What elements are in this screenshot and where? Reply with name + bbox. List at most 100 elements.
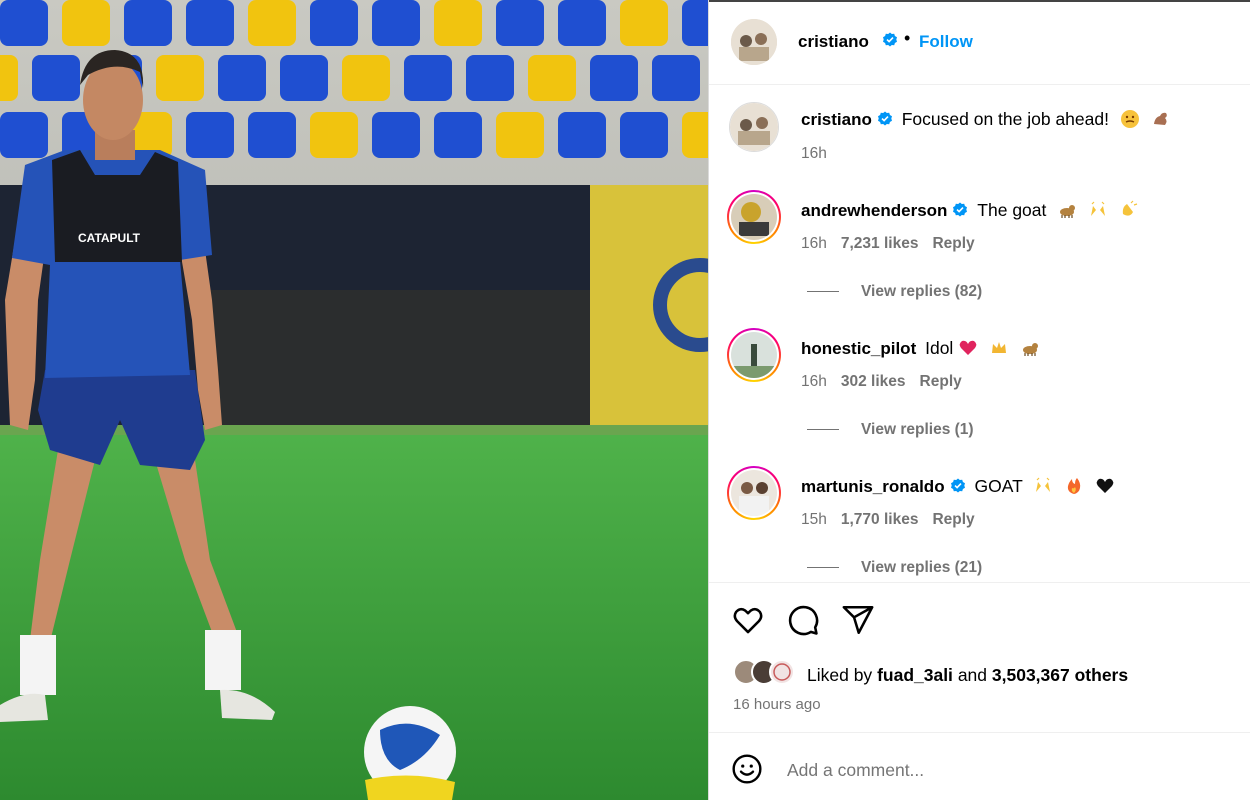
stadium-seat (558, 112, 606, 158)
comment-bubble-icon[interactable] (786, 603, 820, 637)
stadium-seat (620, 112, 668, 158)
stadium-seat (218, 55, 266, 101)
black-heart-icon (1096, 478, 1114, 493)
clapping-hands-icon (1122, 200, 1138, 216)
comment-item: andrewhenderson The goat 16h 7,231 likes R… (709, 175, 1250, 315)
fire-icon (1068, 478, 1081, 494)
caption-author-avatar[interactable] (729, 102, 779, 152)
stadium-seat (466, 55, 514, 101)
author-avatar[interactable] (731, 19, 777, 65)
view-replies-button[interactable]: View replies (1) (807, 421, 974, 439)
comment-username[interactable]: andrewhenderson (801, 201, 947, 220)
author-username[interactable]: cristiano (798, 32, 869, 52)
add-comment-bar (709, 732, 1250, 801)
stadium-seat (528, 55, 576, 101)
stadium-seat (372, 112, 420, 158)
liked-by-avatars (733, 659, 801, 687)
comment-meta: 15h 1,770 likes Reply (801, 511, 989, 529)
emoji-picker-icon[interactable] (731, 753, 763, 785)
commenter-avatar (731, 194, 777, 240)
reply-button[interactable]: Reply (932, 511, 974, 528)
raising-hands-icon (1036, 477, 1051, 492)
post-header: cristiano • Follow (709, 0, 1250, 85)
caption-text: Focused on the job ahead! (901, 109, 1109, 129)
stadium-seat (0, 55, 18, 101)
stadium-seat (280, 55, 328, 101)
stadium-seat (558, 0, 606, 46)
caption-username[interactable]: cristiano (801, 110, 872, 129)
crown-icon (992, 342, 1007, 353)
post-image[interactable]: CATAPULT (0, 0, 708, 800)
comment-text: Idol (925, 338, 954, 358)
stadium-seat (342, 55, 390, 101)
stadium-seat (0, 0, 48, 46)
post-details-panel: cristiano • Follow cristiano Focused on … (708, 0, 1250, 800)
reply-button[interactable]: Reply (920, 373, 962, 390)
stadium-seat (62, 0, 110, 46)
story-ring[interactable] (727, 190, 781, 244)
post-actions: Liked by fuad_3ali and 3,503,367 others … (709, 582, 1250, 733)
comment-time: 15h (801, 511, 827, 528)
steaming-face-icon (1120, 110, 1139, 128)
story-ring[interactable] (727, 466, 781, 520)
likes-count[interactable]: 3,503,367 others (992, 665, 1128, 685)
verified-badge-icon (950, 478, 965, 493)
stadium-seat (372, 0, 420, 46)
comment-time: 16h (801, 373, 827, 390)
commenter-avatar (731, 470, 777, 516)
stadium-seat (248, 0, 296, 46)
stadium-seat (404, 55, 452, 101)
comment-likes[interactable]: 7,231 likes (841, 235, 919, 252)
verified-badge-icon (877, 32, 898, 51)
follow-button[interactable]: Follow (919, 32, 973, 52)
comment-meta: 16h 7,231 likes Reply (801, 235, 989, 253)
stadium-seat (590, 55, 638, 101)
stadium-seat (620, 0, 668, 46)
stadium-seat (186, 0, 234, 46)
goat-icon (1060, 205, 1076, 218)
comment-item: honestic_pilot Idol 16h 302 likes Reply Vi… (709, 313, 1250, 453)
caption-row: cristiano Focused on the job ahead! 16h (709, 85, 1250, 175)
stadium-seat (32, 55, 80, 101)
stadium-seat (652, 55, 700, 101)
goat-icon (1022, 343, 1038, 356)
comment-username[interactable]: martunis_ronaldo (801, 477, 945, 496)
stadium-seat (310, 0, 358, 46)
post-timestamp[interactable]: 16 hours ago (733, 696, 821, 713)
stadium-seat (434, 112, 482, 158)
story-ring[interactable] (727, 328, 781, 382)
stadium-seat (682, 0, 708, 46)
comment-likes[interactable]: 302 likes (841, 373, 906, 390)
comment-item: martunis_ronaldo GOAT 15h 1,770 likes Repl… (709, 451, 1250, 582)
commenter-avatar (731, 332, 777, 378)
comment-text: GOAT (974, 476, 1023, 496)
stadium-seat (682, 112, 708, 158)
caption-time: 16h (801, 145, 827, 162)
flexed-biceps-icon (1153, 112, 1167, 125)
verified-badge-icon (877, 111, 892, 126)
stadium-seat (156, 55, 204, 101)
stadium-seat (248, 112, 296, 158)
separator-dot: • (904, 28, 911, 48)
stadium-seat (124, 0, 172, 46)
like-heart-icon[interactable] (731, 603, 765, 637)
vest-text: CATAPULT (78, 231, 141, 245)
stadium-seat (434, 0, 482, 46)
comment-likes[interactable]: 1,770 likes (841, 511, 919, 528)
comment-input[interactable] (785, 753, 1229, 787)
post-photo-illustration: CATAPULT (0, 0, 708, 800)
comment-time: 16h (801, 235, 827, 252)
view-replies-button[interactable]: View replies (82) (807, 283, 982, 301)
raising-hands-icon (1091, 201, 1106, 216)
stadium-seat (496, 112, 544, 158)
comments-list[interactable]: cristiano Focused on the job ahead! 16h … (709, 85, 1250, 582)
view-replies-button[interactable]: View replies (21) (807, 559, 982, 577)
comment-username[interactable]: honestic_pilot (801, 339, 916, 358)
share-send-icon[interactable] (841, 603, 875, 637)
comment-meta: 16h 302 likes Reply (801, 373, 976, 391)
liked-by-user[interactable]: fuad_3ali (877, 665, 953, 685)
stadium-seat (310, 112, 358, 158)
reply-button[interactable]: Reply (932, 235, 974, 252)
comment-text: The goat (977, 200, 1047, 220)
stadium-seat (0, 112, 48, 158)
